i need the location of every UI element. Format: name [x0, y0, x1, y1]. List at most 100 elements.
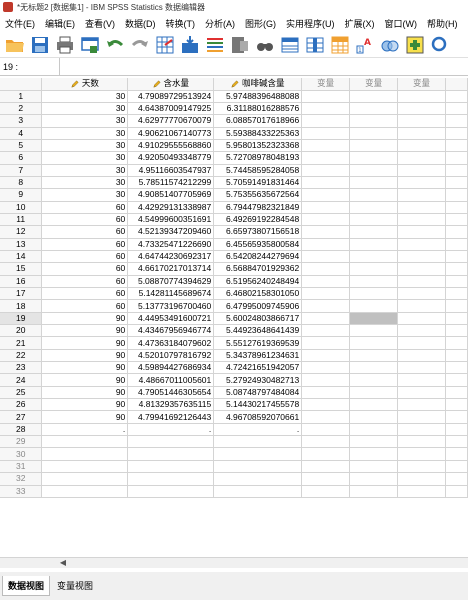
empty-cell[interactable]: [301, 139, 351, 153]
empty-cell[interactable]: [349, 373, 399, 387]
empty-cell[interactable]: [349, 127, 399, 140]
data-cell[interactable]: 30: [41, 151, 129, 165]
data-cell[interactable]: 5.59388433225363: [213, 127, 303, 140]
empty-cell[interactable]: [349, 386, 399, 400]
empty-cell[interactable]: [301, 472, 351, 486]
row-number[interactable]: 24: [0, 373, 43, 387]
empty-cell[interactable]: [349, 361, 399, 375]
data-cell[interactable]: 60: [41, 225, 129, 239]
menu-item[interactable]: 扩展(X): [340, 17, 380, 30]
selected-cell[interactable]: [349, 312, 399, 326]
data-cell[interactable]: 6.45565935800584: [213, 238, 303, 251]
data-cell[interactable]: 30: [41, 188, 129, 202]
menu-item[interactable]: 文件(E): [0, 17, 40, 30]
empty-cell[interactable]: [397, 201, 446, 214]
empty-cell[interactable]: [301, 262, 351, 276]
print-icon[interactable]: [54, 34, 76, 56]
data-cell[interactable]: 6.49269192284548: [213, 213, 303, 227]
data-cell[interactable]: 90: [41, 336, 129, 350]
empty-cell[interactable]: [349, 139, 399, 153]
empty-variable-header[interactable]: 变量: [397, 78, 446, 91]
data-cell[interactable]: [213, 447, 303, 461]
row-number[interactable]: 10: [0, 201, 43, 214]
empty-cell[interactable]: [301, 398, 351, 412]
data-cell[interactable]: 5.70591491831464: [213, 176, 303, 190]
run-descriptives-icon[interactable]: [229, 34, 251, 56]
data-cell[interactable]: 4.47363184079602: [127, 336, 215, 350]
empty-cell[interactable]: [397, 225, 446, 239]
data-cell[interactable]: 4.43467956946774: [127, 324, 215, 338]
empty-cell[interactable]: [349, 275, 399, 289]
data-cell[interactable]: [127, 460, 215, 474]
undo-icon[interactable]: [104, 34, 126, 56]
data-cell[interactable]: 4.66170217013714: [127, 262, 215, 276]
row-number[interactable]: 6: [0, 151, 43, 165]
data-cell[interactable]: 6.56884701929362: [213, 262, 303, 276]
horizontal-scrollbar[interactable]: ◀: [0, 557, 468, 568]
empty-cell[interactable]: [397, 447, 446, 461]
data-cell[interactable]: 90: [41, 398, 129, 412]
column-header[interactable]: 含水量: [127, 78, 215, 91]
data-cell[interactable]: 4.79089729513924: [127, 90, 215, 103]
empty-cell[interactable]: [349, 176, 399, 190]
data-cell[interactable]: 5.44923648641439: [213, 324, 303, 338]
data-cell[interactable]: 90: [41, 312, 129, 326]
empty-cell[interactable]: [349, 114, 399, 128]
data-cell[interactable]: .: [213, 423, 303, 437]
empty-cell[interactable]: [349, 447, 399, 461]
cell-value-input[interactable]: [60, 58, 468, 75]
row-number[interactable]: 8: [0, 176, 43, 190]
data-cell[interactable]: 6.51956240248494: [213, 275, 303, 289]
data-cell[interactable]: 6.31188016288576: [213, 102, 303, 116]
insert-cases-icon[interactable]: [279, 34, 301, 56]
empty-cell[interactable]: [397, 410, 446, 424]
use-sets-icon[interactable]: [379, 34, 401, 56]
value-labels-icon[interactable]: A1: [354, 34, 376, 56]
menu-item[interactable]: 图形(G): [240, 17, 281, 30]
empty-cell[interactable]: [397, 398, 446, 412]
save-icon[interactable]: [29, 34, 51, 56]
empty-cell[interactable]: [301, 435, 351, 449]
empty-cell[interactable]: [397, 435, 446, 449]
data-cell[interactable]: 90: [41, 361, 129, 375]
empty-cell[interactable]: [301, 423, 351, 437]
empty-cell[interactable]: [349, 299, 399, 313]
row-number[interactable]: 7: [0, 164, 43, 177]
data-cell[interactable]: 5.14430217455578: [213, 398, 303, 412]
empty-cell[interactable]: [397, 102, 446, 116]
data-cell[interactable]: 4.64744230692317: [127, 250, 215, 264]
row-number[interactable]: 31: [0, 460, 43, 474]
empty-cell[interactable]: [397, 250, 446, 264]
data-cell[interactable]: 5.75355635672564: [213, 188, 303, 202]
data-cell[interactable]: 4.96708592070661: [213, 410, 303, 424]
row-number[interactable]: 17: [0, 287, 43, 301]
data-cell[interactable]: 60: [41, 287, 129, 301]
empty-cell[interactable]: [301, 275, 351, 289]
empty-cell[interactable]: [349, 213, 399, 227]
data-cell[interactable]: 6.54208244279694: [213, 250, 303, 264]
tab-variable-view[interactable]: 变量视图: [52, 576, 98, 595]
row-number[interactable]: 3: [0, 114, 43, 128]
empty-cell[interactable]: [301, 164, 351, 177]
data-cell[interactable]: 90: [41, 373, 129, 387]
data-cell[interactable]: [127, 472, 215, 486]
empty-cell[interactable]: [397, 460, 446, 474]
row-number[interactable]: 21: [0, 336, 43, 350]
empty-cell[interactable]: [397, 90, 446, 103]
empty-cell[interactable]: [349, 164, 399, 177]
data-cell[interactable]: 6.08857017618966: [213, 114, 303, 128]
goto-variable-icon[interactable]: [179, 34, 201, 56]
goto-case-icon[interactable]: [154, 34, 176, 56]
empty-cell[interactable]: [349, 410, 399, 424]
tab-data-view[interactable]: 数据视图: [2, 576, 51, 596]
data-cell[interactable]: 5.60024803866717: [213, 312, 303, 326]
empty-cell[interactable]: [301, 336, 351, 350]
data-cell[interactable]: [213, 472, 303, 486]
data-cell[interactable]: 4.64387009147925: [127, 102, 215, 116]
row-number[interactable]: 20: [0, 324, 43, 338]
empty-cell[interactable]: [397, 176, 446, 190]
row-number[interactable]: 27: [0, 410, 43, 424]
row-number[interactable]: 25: [0, 386, 43, 400]
data-cell[interactable]: 5.34378961234631: [213, 349, 303, 363]
menu-item[interactable]: 查看(V): [80, 17, 120, 30]
